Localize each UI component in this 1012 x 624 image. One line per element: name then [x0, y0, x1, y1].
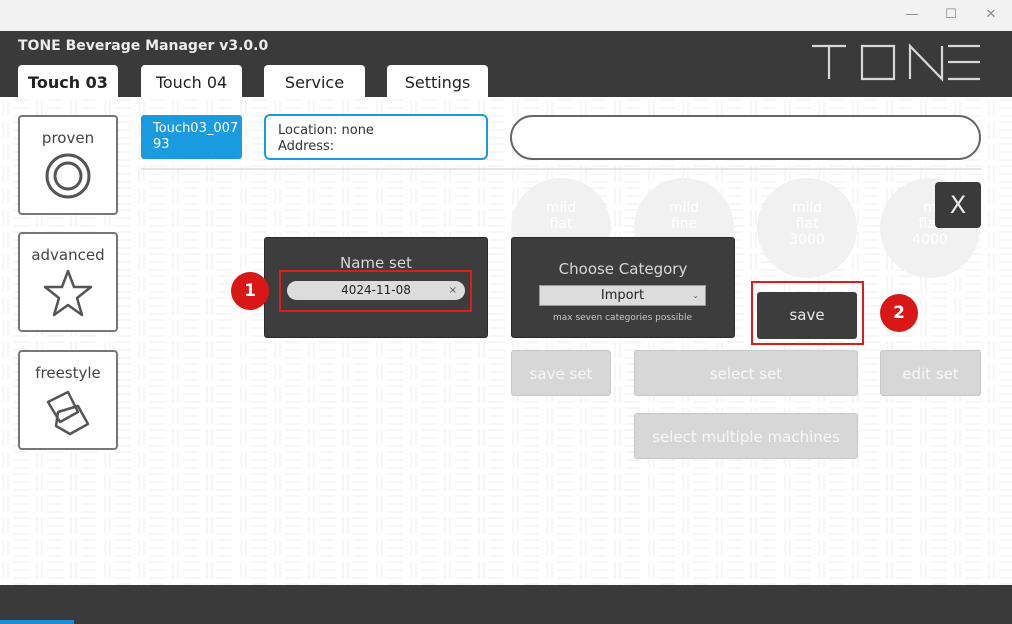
close-dialog-button[interactable]: X	[935, 182, 981, 228]
app-header: TONE Beverage Manager v3.0.0 Touch 03 To…	[0, 31, 1012, 98]
address-text: Address:	[278, 139, 335, 154]
mode-label: freestyle	[35, 364, 101, 382]
star-icon	[43, 269, 93, 317]
chevron-down-icon: ⌄	[692, 291, 699, 300]
set-circle[interactable]: mild flat 3000	[757, 178, 857, 278]
set-circle-line: 4000	[912, 232, 948, 248]
category-title: Choose Category	[558, 260, 688, 278]
minimize-button[interactable]: —	[897, 4, 927, 26]
divider	[141, 168, 981, 170]
cubes-icon	[46, 390, 90, 436]
bottom-bar	[0, 585, 1012, 624]
machine-id-chip[interactable]: Touch03_00793	[141, 115, 242, 159]
close-window-button[interactable]: ✕	[976, 4, 1006, 26]
maximize-button[interactable]: ☐	[936, 4, 966, 26]
bottom-accent	[0, 620, 74, 624]
set-circle-line: mild	[545, 200, 577, 216]
category-select[interactable]: Import ⌄	[539, 285, 706, 306]
target-icon	[45, 153, 91, 199]
mode-advanced-button[interactable]: advanced	[18, 232, 118, 332]
category-hint: max seven categories possible	[552, 313, 692, 323]
tab-service[interactable]: Service	[264, 65, 365, 98]
set-circle-line: fine	[670, 216, 698, 232]
set-circle-line: 3000	[789, 232, 825, 248]
save-set-button[interactable]: save set	[511, 350, 611, 396]
highlight-box	[751, 281, 864, 345]
tone-logo	[812, 43, 980, 82]
mode-label: proven	[41, 129, 95, 147]
search-input[interactable]	[510, 115, 981, 160]
mode-proven-button[interactable]: proven	[18, 115, 118, 215]
select-set-button[interactable]: select set	[634, 350, 858, 396]
highlight-box	[279, 270, 472, 312]
select-multiple-machines-button[interactable]: select multiple machines	[634, 413, 858, 459]
app-title: TONE Beverage Manager v3.0.0	[18, 38, 269, 54]
mode-freestyle-button[interactable]: freestyle	[18, 350, 118, 450]
set-circle-line: flat	[795, 216, 819, 232]
location-info: Location: none Address:	[264, 114, 488, 160]
set-circle-line: mild	[668, 200, 700, 216]
mode-label: advanced	[31, 246, 105, 264]
tab-settings[interactable]: Settings	[387, 65, 488, 98]
set-circle-line: flat	[549, 216, 573, 232]
category-selected: Import	[600, 288, 645, 303]
tab-touch-04[interactable]: Touch 04	[141, 65, 242, 98]
tab-touch-03[interactable]: Touch 03	[18, 65, 118, 98]
location-text: Location: none	[278, 123, 374, 138]
callout-badge-2: 2	[880, 294, 918, 332]
set-circle-line: mild	[791, 200, 823, 216]
window-titlebar: — ☐ ✕	[0, 0, 1012, 31]
edit-set-button[interactable]: edit set	[880, 350, 981, 396]
callout-badge-1: 1	[231, 272, 269, 310]
